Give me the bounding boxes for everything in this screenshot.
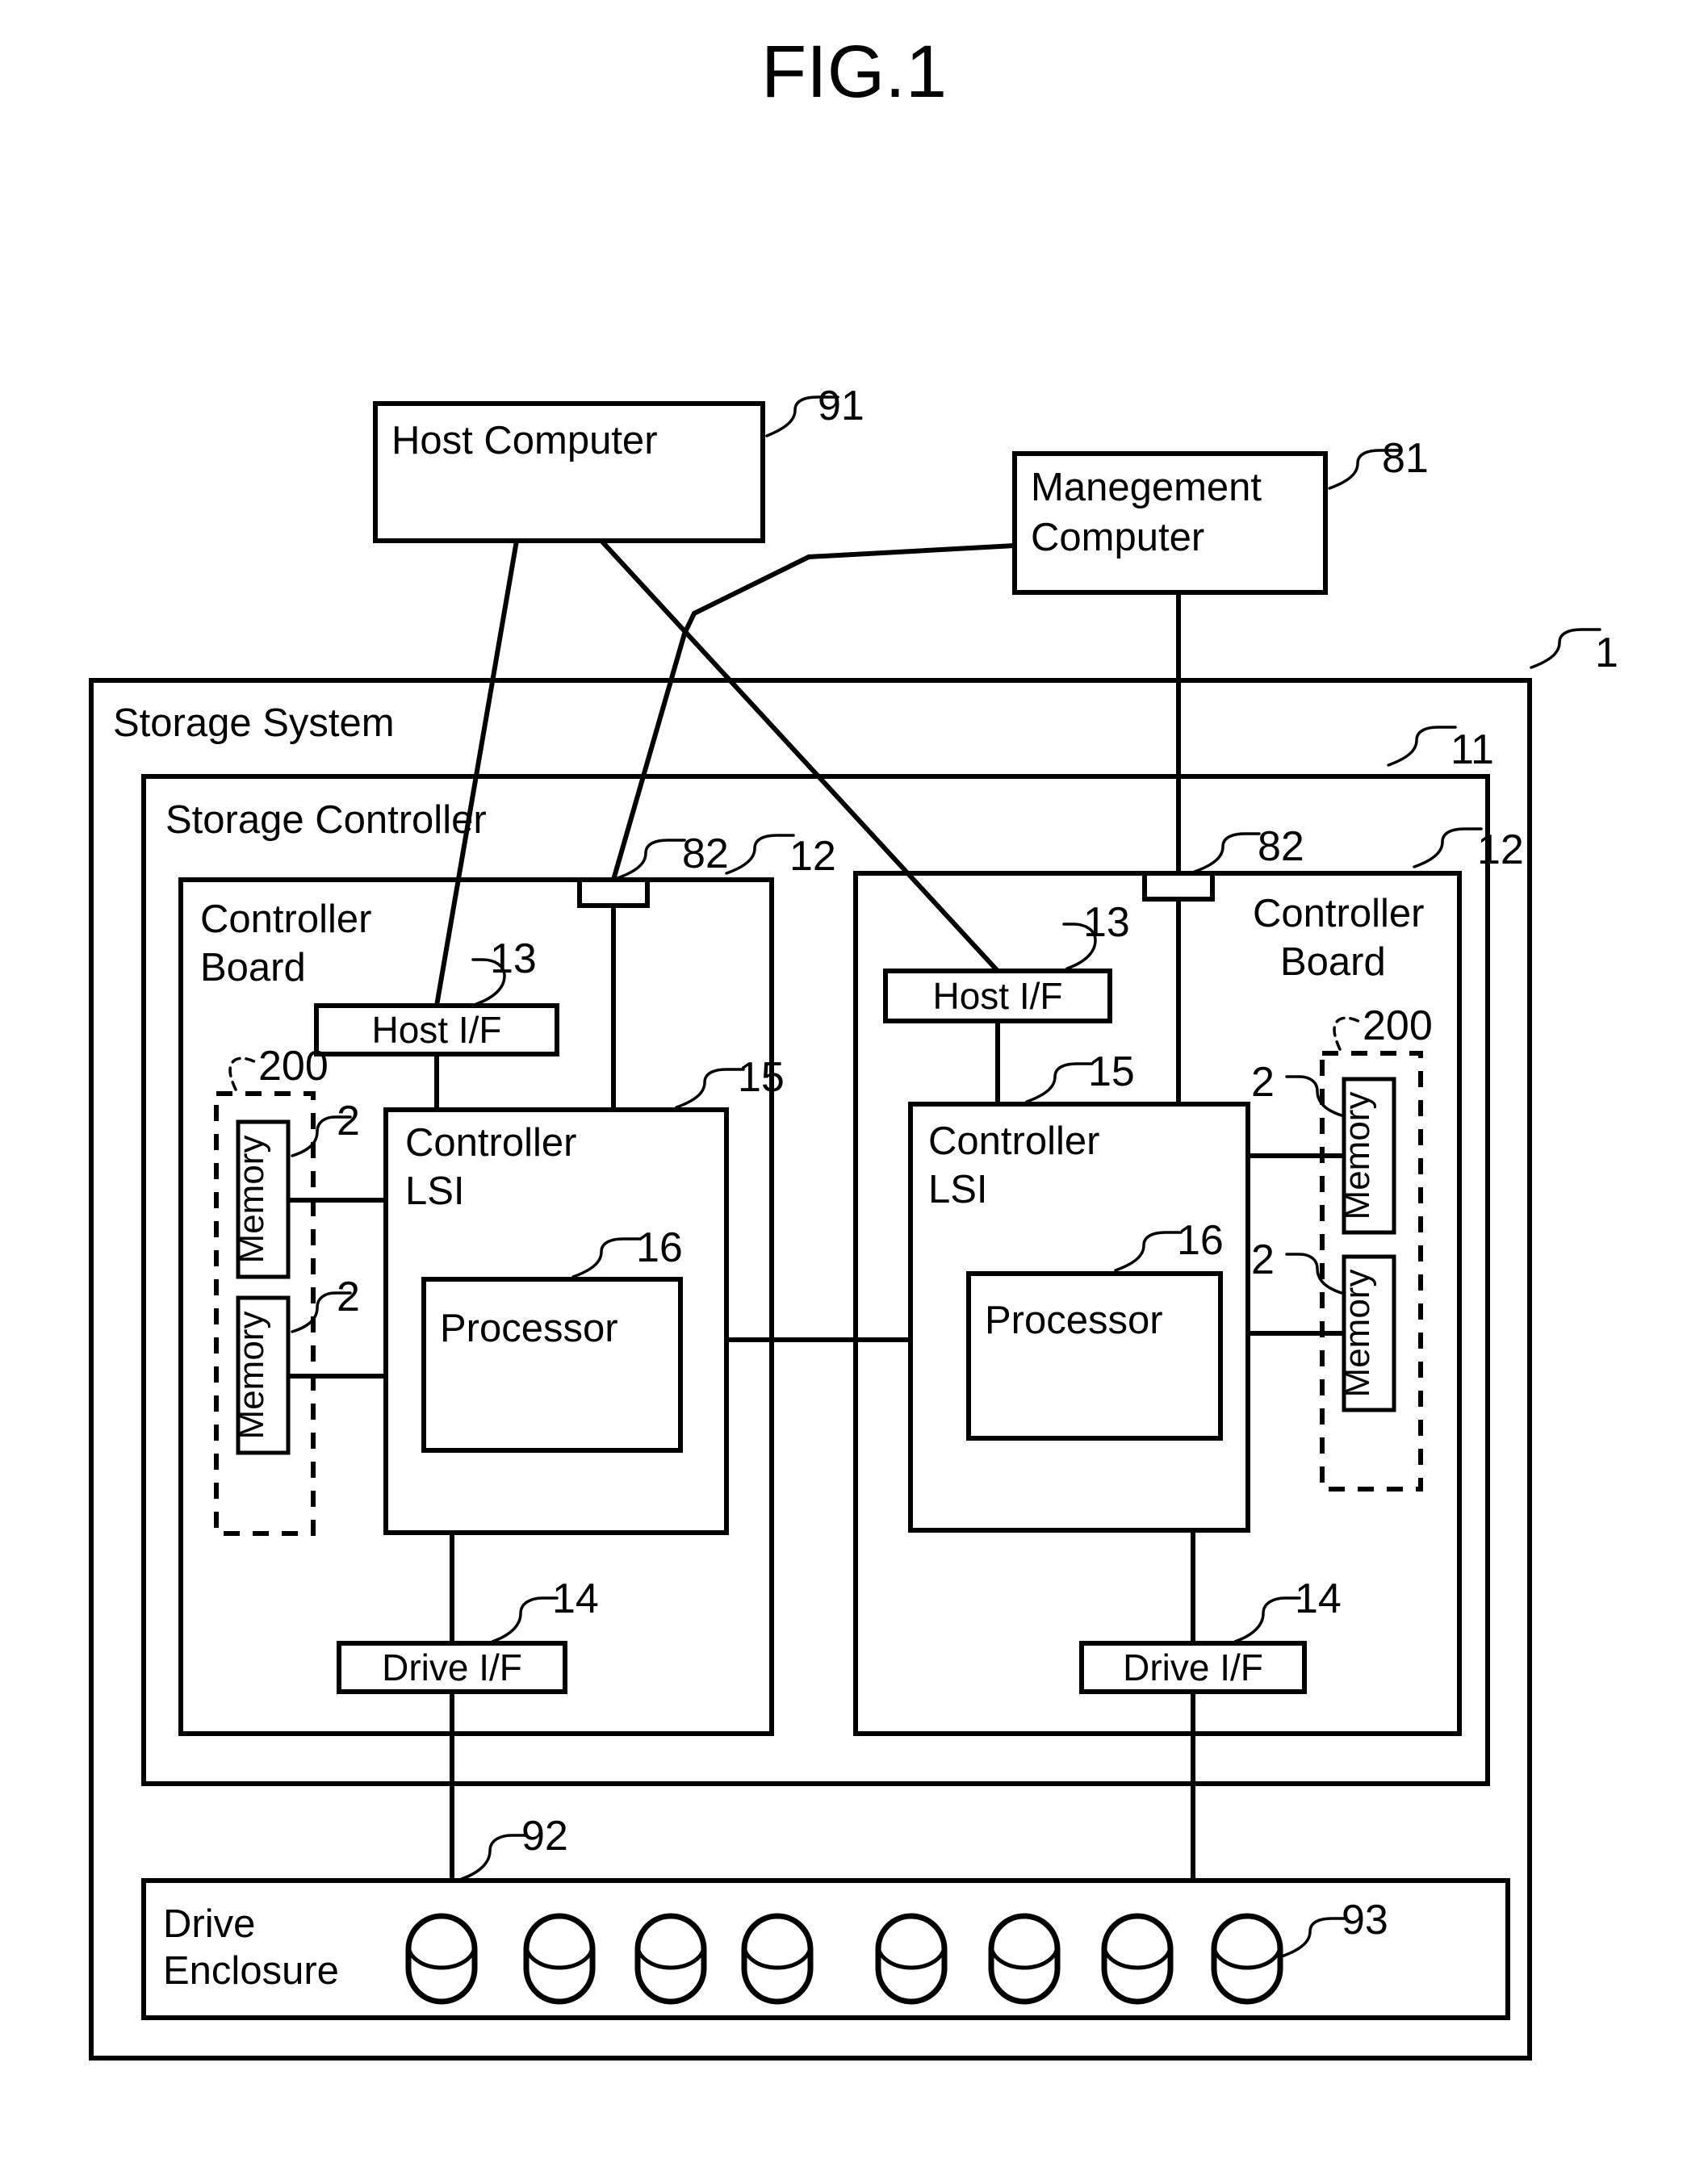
drive-cylinder-group — [405, 1913, 1283, 2005]
controller-lsi-right-label-line2: LSI — [928, 1168, 988, 1211]
processor-right-label: Processor — [985, 1299, 1163, 1342]
controller-board-right-label-line2: Board — [1280, 940, 1386, 984]
ref-2-right-2: 2 — [1251, 1236, 1275, 1283]
ref-82-left: 82 — [682, 831, 729, 877]
host-computer-label: Host Computer — [391, 419, 658, 462]
ref-2-left-2: 2 — [337, 1274, 360, 1320]
connection-mgmt-to-left-port — [611, 543, 1015, 881]
ref-200-right: 200 — [1363, 1002, 1433, 1049]
storage-system-box — [89, 678, 1532, 2061]
drive-cylinder — [1101, 1913, 1174, 2005]
ref-12-right: 12 — [1477, 826, 1524, 873]
mgmt-port-left-box — [577, 877, 650, 908]
leader-12-left — [725, 834, 795, 875]
mgmt-port-right-box — [1142, 871, 1215, 902]
ref-15-right: 15 — [1088, 1048, 1135, 1095]
leader-11 — [1387, 726, 1457, 767]
figure-title: FIG.1 — [761, 31, 947, 113]
host-if-left-label: Host I/F — [371, 1009, 501, 1051]
ref-1: 1 — [1595, 630, 1618, 676]
drive-if-right-label: Drive I/F — [1123, 1646, 1263, 1688]
ref-11: 11 — [1451, 726, 1494, 773]
controller-lsi-right-label-line1: Controller — [928, 1119, 1099, 1163]
leader-14-left — [491, 1596, 559, 1643]
memory-left-2-label: Memory — [232, 1312, 271, 1440]
controller-board-right-label-line1: Controller — [1253, 892, 1424, 935]
controller-board-left-label-line2: Board — [200, 946, 306, 989]
leader-82-right — [1193, 832, 1261, 873]
processor-left-box — [421, 1277, 683, 1453]
drive-if-left-label: Drive I/F — [382, 1646, 522, 1688]
leader-200-left — [228, 1056, 260, 1091]
controller-lsi-left-label-line2: LSI — [405, 1169, 465, 1213]
ref-14-left: 14 — [552, 1575, 599, 1622]
ref-12-left: 12 — [789, 833, 836, 880]
processor-left-label: Processor — [440, 1307, 618, 1350]
management-computer-label-line1: Manegement — [1031, 466, 1262, 509]
ref-93: 93 — [1342, 1897, 1388, 1943]
drive-enclosure-box — [141, 1878, 1510, 2020]
controller-board-left-label-line1: Controller — [200, 897, 371, 941]
ref-13-left: 13 — [490, 935, 537, 982]
drive-enclosure-label-line2: Enclosure — [163, 1949, 339, 1993]
ref-200-left: 200 — [258, 1043, 329, 1090]
ref-92: 92 — [521, 1813, 568, 1860]
storage-system-label: Storage System — [113, 701, 395, 745]
drive-cylinder — [523, 1913, 596, 2005]
ref-16-left: 16 — [636, 1224, 683, 1271]
host-if-right-label: Host I/F — [932, 975, 1062, 1017]
leader-200-right — [1333, 1016, 1364, 1051]
figure-canvas: FIG.1 Host Computer 91 Manegement Comput… — [89, 31, 1618, 2061]
ref-14-right: 14 — [1295, 1575, 1342, 1622]
ref-82-right: 82 — [1258, 823, 1304, 870]
controller-lsi-left-label-line1: Controller — [405, 1121, 576, 1165]
leader-2-right-1 — [1285, 1075, 1343, 1117]
leader-92 — [460, 1834, 528, 1881]
ref-13-right: 13 — [1083, 899, 1130, 946]
leader-14-right — [1233, 1596, 1301, 1643]
leader-16-right — [1114, 1231, 1183, 1272]
management-computer-label-line2: Computer — [1031, 516, 1204, 559]
ref-91: 91 — [818, 383, 864, 429]
ref-15-left: 15 — [738, 1054, 785, 1101]
storage-controller-label: Storage Controller — [165, 798, 487, 842]
ref-2-left-1: 2 — [337, 1098, 360, 1144]
leader-15-right — [1025, 1062, 1094, 1103]
leader-82-left — [616, 839, 686, 880]
drive-cylinder — [741, 1913, 814, 2005]
ref-2-right-1: 2 — [1251, 1059, 1275, 1106]
drive-enclosure-label-line1: Drive — [163, 1902, 255, 1946]
drive-cylinder — [634, 1913, 707, 2005]
drive-cylinder — [405, 1913, 478, 2005]
memory-left-1-label: Memory — [232, 1136, 271, 1264]
leader-1 — [1530, 628, 1601, 669]
drive-cylinder — [988, 1913, 1061, 2005]
ref-81: 81 — [1382, 435, 1429, 482]
patent-figure: FIG.1 Host Computer 91 Manegement Comput… — [0, 0, 1708, 2184]
leader-93 — [1280, 1917, 1348, 1958]
leader-12-right — [1413, 827, 1483, 868]
drive-cylinder — [1211, 1913, 1283, 2005]
connection-host-to-right-hostif — [599, 538, 1000, 973]
ref-16-right: 16 — [1177, 1217, 1224, 1264]
leader-2-right-2 — [1285, 1253, 1343, 1295]
leader-15-left — [675, 1068, 745, 1109]
leader-16-left — [571, 1237, 642, 1278]
drive-cylinder — [875, 1913, 948, 2005]
